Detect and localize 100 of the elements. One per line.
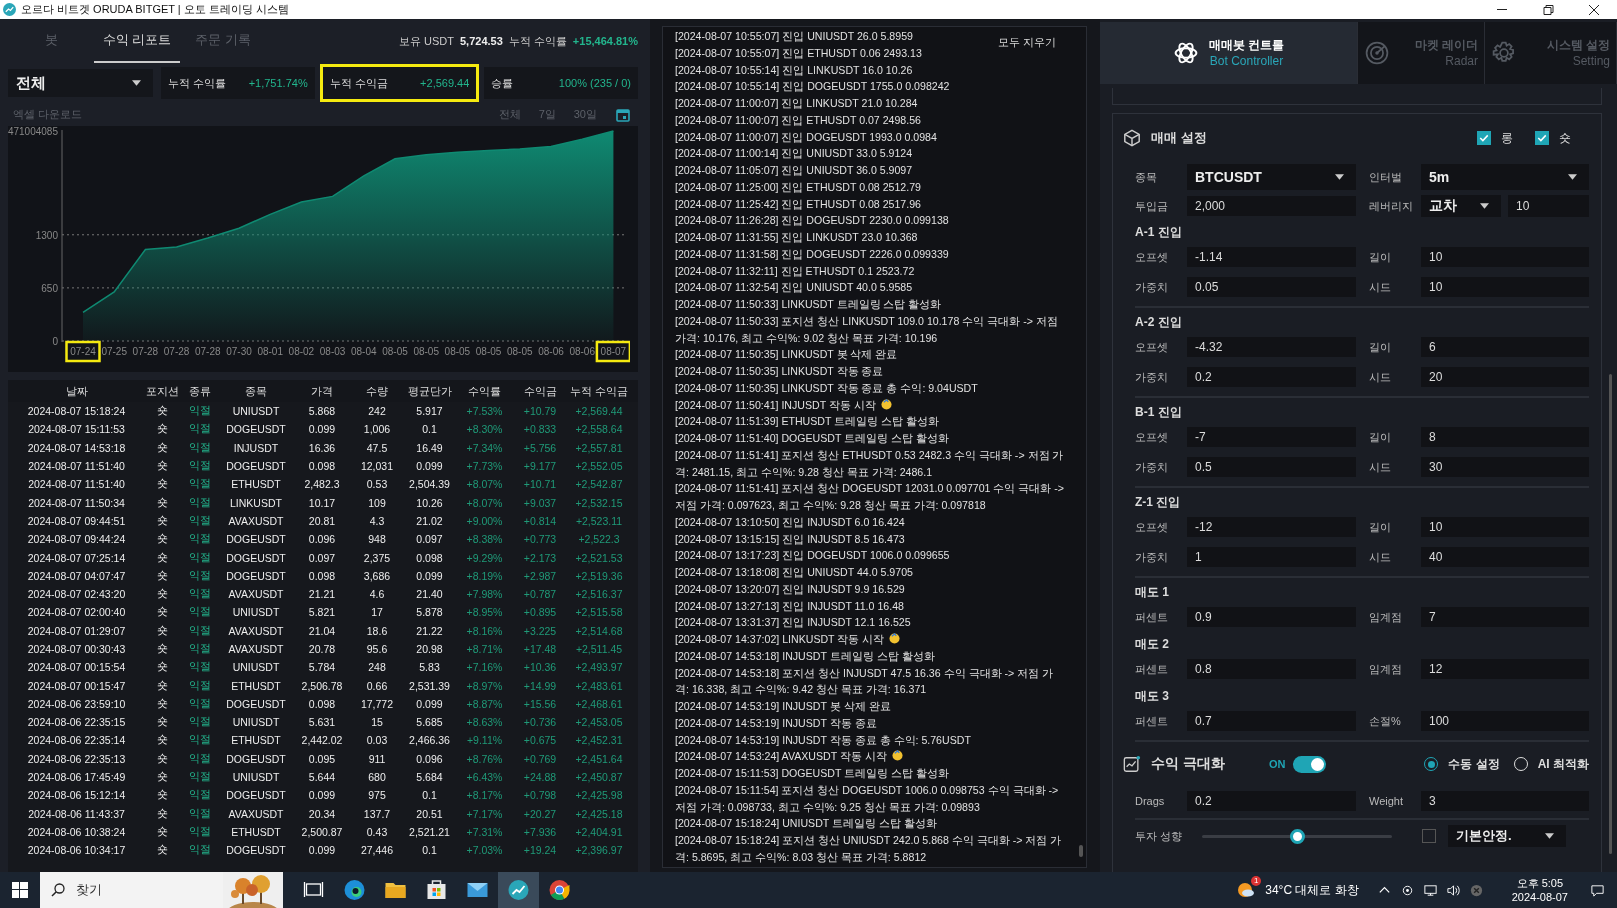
radio-button[interactable]: 수동 설정 xyxy=(1424,755,1500,773)
scrollbar-thumb[interactable] xyxy=(1609,374,1612,854)
input-field[interactable]: 1 xyxy=(1187,547,1356,567)
log-line: [2024-08-07 13:10:50] 진입 INJUSDT 6.0 16.424 xyxy=(675,514,906,530)
input-field[interactable]: 40 xyxy=(1421,547,1589,567)
field-label: 레버리지 xyxy=(1368,198,1414,214)
stat-value: 100% (235 / 0) xyxy=(558,77,631,89)
interval-dropdown[interactable]: 5m xyxy=(1421,164,1589,190)
input-field[interactable]: 0.9 xyxy=(1187,607,1356,627)
input-field[interactable]: -4.32 xyxy=(1187,337,1356,357)
log-line: [2024-08-07 11:50:35] LINKUSDT 작동 종료 총 수익: 9.04USDT xyxy=(675,380,979,396)
preset-dropdown[interactable]: 기본안정. xyxy=(1448,825,1567,847)
input-field[interactable]: 10 xyxy=(1508,195,1589,217)
input-field[interactable]: 2,000 xyxy=(1187,196,1356,216)
input-field[interactable]: 20 xyxy=(1421,367,1589,387)
input-field[interactable]: 6 xyxy=(1421,337,1589,357)
table-cell-text: 0.66 xyxy=(365,679,389,692)
group-title: 매도 1 xyxy=(1135,584,1170,601)
input-field[interactable]: 8 xyxy=(1421,427,1589,447)
table-cell-text: 숏 xyxy=(156,532,169,547)
checkbox[interactable] xyxy=(1422,829,1437,843)
input-field[interactable]: 7 xyxy=(1421,607,1589,627)
input-field[interactable]: 0.2 xyxy=(1187,367,1356,387)
input-field[interactable]: 0.5 xyxy=(1187,457,1356,477)
speaker-icon[interactable] xyxy=(1445,882,1461,898)
radio-button[interactable]: AI 최적화 xyxy=(1513,755,1589,773)
input-field[interactable]: 10 xyxy=(1421,247,1589,267)
clock-date[interactable]: 2024-08-07 xyxy=(1511,890,1568,904)
network-icon[interactable] xyxy=(1422,882,1438,898)
log-line: [2024-08-07 13:20:07] 진입 INJUSDT 9.9 16.529 xyxy=(675,581,906,597)
field-label: 시드 xyxy=(1368,279,1392,295)
slider-thumb[interactable] xyxy=(1290,828,1306,844)
column-header: 포지션 xyxy=(145,383,180,399)
summary-value: +15,464.81% xyxy=(572,35,638,47)
radar-icon xyxy=(1364,40,1390,66)
table-cell-text: 숏 xyxy=(156,404,169,419)
input-field[interactable]: -7 xyxy=(1187,427,1356,447)
table-cell-text: 2024-08-06 23:59:10 xyxy=(26,697,127,710)
field-label: 손절% xyxy=(1368,713,1402,729)
field-label: 길이 xyxy=(1368,519,1392,535)
input-field[interactable]: -12 xyxy=(1187,517,1356,537)
log-line: [2024-08-07 11:51:40] DOGEUSDT 트레일링 스탑 활성화 xyxy=(675,431,951,446)
toggle-switch[interactable] xyxy=(1293,755,1327,773)
input-field[interactable]: 10 xyxy=(1421,277,1589,297)
table-cell-text: 20.34 xyxy=(307,807,337,820)
margin-dropdown[interactable]: 교차 xyxy=(1421,195,1501,217)
table-cell-text: 0.43 xyxy=(365,825,389,838)
table-cell-text: 숏 xyxy=(156,824,169,839)
error-icon[interactable] xyxy=(1468,882,1484,898)
table-cell-text: +7.936 xyxy=(522,825,558,838)
notification-icon[interactable] xyxy=(1590,882,1605,898)
input-field[interactable]: 0.05 xyxy=(1187,277,1356,297)
table-cell-text: 익절 xyxy=(188,605,212,620)
clock-time[interactable]: 오후 5:05 xyxy=(1516,876,1564,890)
report-tab[interactable]: 수익 리포트 xyxy=(94,19,180,63)
input-field[interactable]: 0.8 xyxy=(1187,659,1356,679)
input-field[interactable]: 3 xyxy=(1421,791,1589,811)
summary-value: 5,724.53 xyxy=(459,35,503,47)
table-cell-text: 0.099 xyxy=(415,569,444,582)
side-checkbox[interactable]: 롱 xyxy=(1477,129,1513,147)
table-cell-text: +0.814 xyxy=(522,514,558,527)
input-field[interactable]: -1.14 xyxy=(1187,247,1356,267)
field-label: 퍼센트 xyxy=(1135,661,1169,677)
table-cell-text: 익절 xyxy=(188,587,212,602)
log-line: [2024-08-07 14:53:19] INJUSDT 작동 종료 총 수익: 5.76USDT xyxy=(675,732,972,748)
field-label: 퍼센트 xyxy=(1135,713,1169,729)
table-cell-text: 2024-08-07 15:18:24 xyxy=(26,405,127,418)
table-cell-text: 숏 xyxy=(156,642,169,656)
input-field[interactable]: 0.7 xyxy=(1187,711,1356,731)
symbol-dropdown[interactable]: BTCUSDT xyxy=(1187,164,1356,190)
table-cell-text: 0.1 xyxy=(421,844,438,857)
table-cell-text: +2,396.97 xyxy=(574,844,624,857)
section-title: 수익 극대화 xyxy=(1151,755,1225,773)
cube-icon xyxy=(1123,129,1141,147)
group-title: 매도 3 xyxy=(1135,688,1170,705)
calendar-icon[interactable] xyxy=(616,107,630,122)
input-field[interactable]: 10 xyxy=(1421,517,1589,537)
axis-label: 08-01 xyxy=(257,346,283,357)
trading-app-icon[interactable] xyxy=(498,872,539,908)
table-cell-text: 21.21 xyxy=(307,588,337,601)
column-header: 평균단가 xyxy=(406,383,453,399)
log-line: [2024-08-07 11:51:41] 포지션 청산 ETHUSDT 0.53 2482.3 수익 극대화 -> 저점 가격: 2481.15, 최고 수익%: 9.28 청산 목표 가격: 2486.1 xyxy=(675,447,1065,480)
table-cell-text: 137.7 xyxy=(362,807,392,820)
input-field[interactable]: 100 xyxy=(1421,711,1589,731)
table-cell-text: +10.36 xyxy=(522,661,558,674)
table-cell-text: 18.6 xyxy=(365,624,389,637)
table-cell-text: UNIUSDT xyxy=(231,405,281,418)
filter-dropdown[interactable]: 전체 xyxy=(8,69,153,97)
weather-text[interactable]: 34°C 대체로 화창 xyxy=(1265,881,1359,899)
input-field[interactable]: 0.2 xyxy=(1187,791,1356,811)
table-cell-text: +7.98% xyxy=(465,588,504,601)
table-cell-text: 숏 xyxy=(156,678,169,693)
panel-tab[interactable]: 매매봇 컨트롤 Bot Controller xyxy=(1100,22,1358,84)
clear-all-button[interactable]: 모두 지우기 xyxy=(995,33,1058,52)
scrollbar-thumb[interactable] xyxy=(1079,845,1083,857)
input-field[interactable]: 12 xyxy=(1421,659,1589,679)
input-field[interactable]: 30 xyxy=(1421,457,1589,477)
side-checkbox[interactable]: 숏 xyxy=(1535,129,1571,147)
log-line: [2024-08-07 15:11:54] 포지션 청산 DOGEUSDT 1006.0 0.098753 수익 극대화 -> 저점 가격: 0.098733, 최고 수익%: 9.25 청산 목표 가격: 0.09893 xyxy=(675,782,1060,815)
table-cell-text: 95.6 xyxy=(365,643,389,655)
